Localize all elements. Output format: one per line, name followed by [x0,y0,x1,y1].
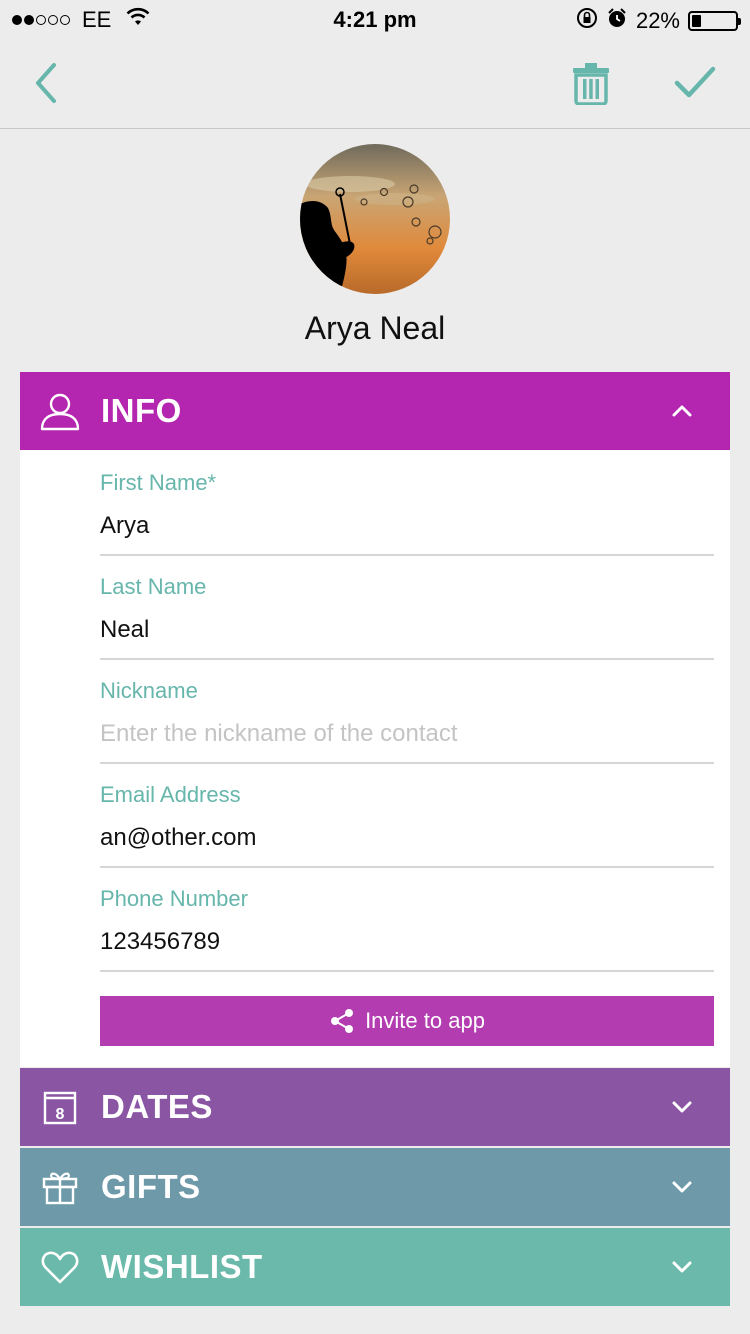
checkmark-icon [673,65,717,106]
section-header-dates[interactable]: 8 DATES [20,1068,730,1146]
nickname-input[interactable]: Enter the nickname of the contact [100,720,458,748]
last-name-label: Last Name [100,574,207,599]
trash-icon [571,61,611,110]
rotation-lock-icon [576,7,598,35]
first-name-field[interactable]: First Name* Arya [100,450,714,556]
first-name-input[interactable]: Arya [100,512,149,540]
battery-fill [692,15,702,27]
avatar[interactable] [300,144,450,294]
nickname-field[interactable]: Nickname Enter the nickname of the conta… [100,658,714,764]
chevron-down-icon [670,1175,694,1199]
email-input[interactable]: an@other.com [100,824,256,852]
delete-button[interactable] [566,60,616,110]
status-right: 22% [576,7,741,35]
invite-to-app-button[interactable]: Invite to app [100,996,714,1046]
phone-input[interactable]: 123456789 [100,928,220,956]
chevron-down-icon [670,1095,694,1119]
calendar-day: 8 [56,1106,65,1123]
back-button[interactable] [22,60,72,110]
battery-percent: 22% [635,8,680,33]
chevron-up-icon [670,399,694,423]
first-name-label: First Name* [100,470,217,495]
section-label-info: INFO [101,392,182,429]
email-field[interactable]: Email Address an@other.com [100,762,714,868]
share-icon [329,1008,355,1034]
navbar [0,40,750,129]
info-section-body: First Name* Arya Last Name Neal Nickname… [20,450,730,1067]
last-name-field[interactable]: Last Name Neal [100,554,714,660]
heart-icon [40,1247,80,1287]
gift-icon [40,1167,80,1207]
calendar-icon: 8 [40,1087,80,1127]
section-label-wishlist: WISHLIST [101,1248,263,1285]
chevron-down-icon [670,1255,694,1279]
phone-field[interactable]: Phone Number 123456789 [100,866,714,972]
nickname-label: Nickname [100,678,198,703]
chevron-left-icon [32,61,62,110]
alarm-icon [606,7,628,35]
last-name-input[interactable]: Neal [100,616,149,644]
section-label-gifts: GIFTS [101,1168,201,1205]
phone-label: Phone Number [100,886,248,911]
section-header-gifts[interactable]: GIFTS [20,1148,730,1226]
status-bar: EE 4:21 pm 22% [0,0,750,40]
confirm-button[interactable] [670,60,720,110]
user-icon [40,391,80,431]
email-label: Email Address [100,782,241,807]
contact-name: Arya Neal [304,310,446,346]
section-label-dates: DATES [101,1088,213,1125]
section-header-info[interactable]: INFO [20,372,730,450]
battery-icon [688,11,741,31]
section-header-wishlist[interactable]: WISHLIST [20,1228,730,1306]
invite-button-label: Invite to app [365,1008,485,1033]
